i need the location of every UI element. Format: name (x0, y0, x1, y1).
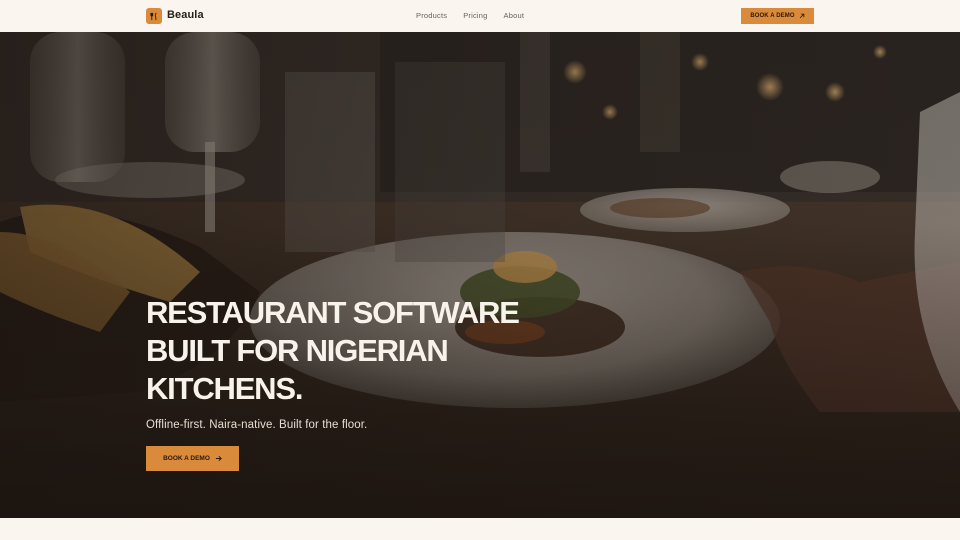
hero-subhead: Offline-first. Naira-native. Built for t… (146, 419, 368, 431)
nav-links: Products Pricing About (416, 11, 524, 20)
brand-name[interactable]: Beaula (167, 9, 204, 21)
nav-link-products[interactable]: Products (416, 11, 447, 20)
page-bottom-strip (0, 518, 960, 540)
hero-overlay (0, 32, 960, 518)
arrow-up-right-icon (799, 13, 804, 19)
hero-headline: RESTAURANT SOFTWARE BUILT FOR NIGERIAN K… (146, 294, 546, 408)
top-nav: Beaula Products Pricing About BOOK A DEM… (0, 0, 960, 32)
utensils-icon[interactable] (146, 8, 162, 24)
book-demo-button-nav[interactable]: BOOK A DEMO (741, 8, 814, 24)
book-demo-label-nav: BOOK A DEMO (750, 13, 795, 19)
nav-link-pricing[interactable]: Pricing (463, 11, 487, 20)
headline-line-1: RESTAURANT SOFTWARE (146, 295, 520, 330)
book-demo-label-hero: BOOK A DEMO (163, 455, 210, 462)
headline-line-3: KITCHENS. (146, 371, 303, 406)
book-demo-button-hero[interactable]: BOOK A DEMO (146, 446, 239, 471)
arrow-right-icon (215, 455, 222, 462)
nav-link-about[interactable]: About (504, 11, 525, 20)
hero-section: RESTAURANT SOFTWARE BUILT FOR NIGERIAN K… (0, 32, 960, 518)
headline-line-2: BUILT FOR NIGERIAN (146, 333, 449, 368)
